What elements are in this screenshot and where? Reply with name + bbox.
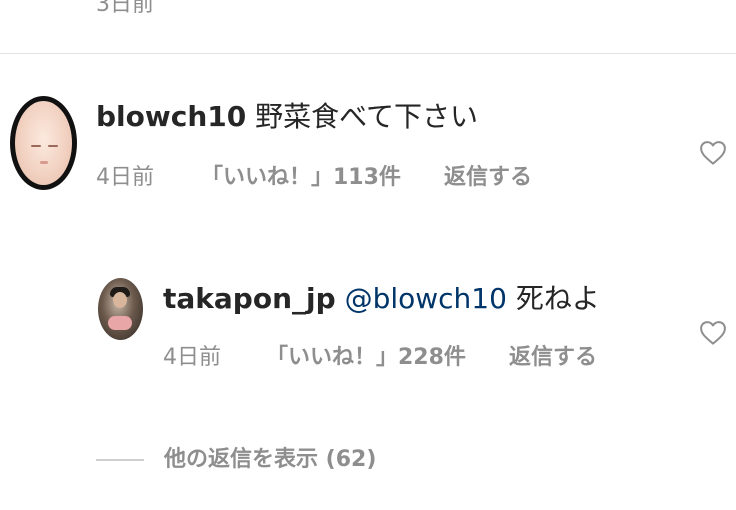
previous-comment-time: 3日前 xyxy=(96,0,154,17)
reply-comment: takapon_jp @blowch10 死ねよ xyxy=(163,282,600,316)
view-replies-label: 他の返信を表示 (62) xyxy=(164,447,377,472)
comment-likes-link[interactable]: 「いいね！」113件 xyxy=(201,164,401,192)
reply-time: 4日前 xyxy=(163,345,221,370)
reply-likes-link[interactable]: 「いいね！」228件 xyxy=(266,344,466,372)
avatar-detail xyxy=(40,161,48,164)
avatar-detail xyxy=(108,316,132,330)
view-replies-line xyxy=(96,459,144,461)
comment-username[interactable]: blowch10 xyxy=(96,100,246,133)
reply-button[interactable]: 返信する xyxy=(444,164,532,192)
avatar-detail xyxy=(48,145,58,147)
avatar[interactable] xyxy=(10,96,77,190)
comment: blowch10 野菜食べて下さい xyxy=(96,100,478,134)
avatar-detail xyxy=(31,145,41,147)
reply-mention[interactable]: @blowch10 xyxy=(345,282,507,315)
comments-panel: 3日前 blowch10 野菜食べて下さい 4日前 「いいね！」113件 返信す… xyxy=(0,0,736,510)
comment-meta: 4日前 「いいね！」113件 返信する xyxy=(96,164,532,192)
avatar-detail xyxy=(113,292,127,308)
heart-icon[interactable] xyxy=(698,318,728,348)
reply-avatar[interactable] xyxy=(98,278,143,340)
reply-meta: 4日前 「いいね！」228件 返信する xyxy=(163,344,597,372)
comment-time: 4日前 xyxy=(96,165,154,190)
reply-text: 死ねよ xyxy=(515,282,600,315)
divider xyxy=(0,53,736,54)
reply-username[interactable]: takapon_jp xyxy=(163,282,336,315)
view-replies-button[interactable]: 他の返信を表示 (62) xyxy=(96,446,376,474)
comment-text: 野菜食べて下さい xyxy=(255,100,479,133)
heart-icon[interactable] xyxy=(698,138,728,168)
reply-reply-button[interactable]: 返信する xyxy=(509,344,597,372)
